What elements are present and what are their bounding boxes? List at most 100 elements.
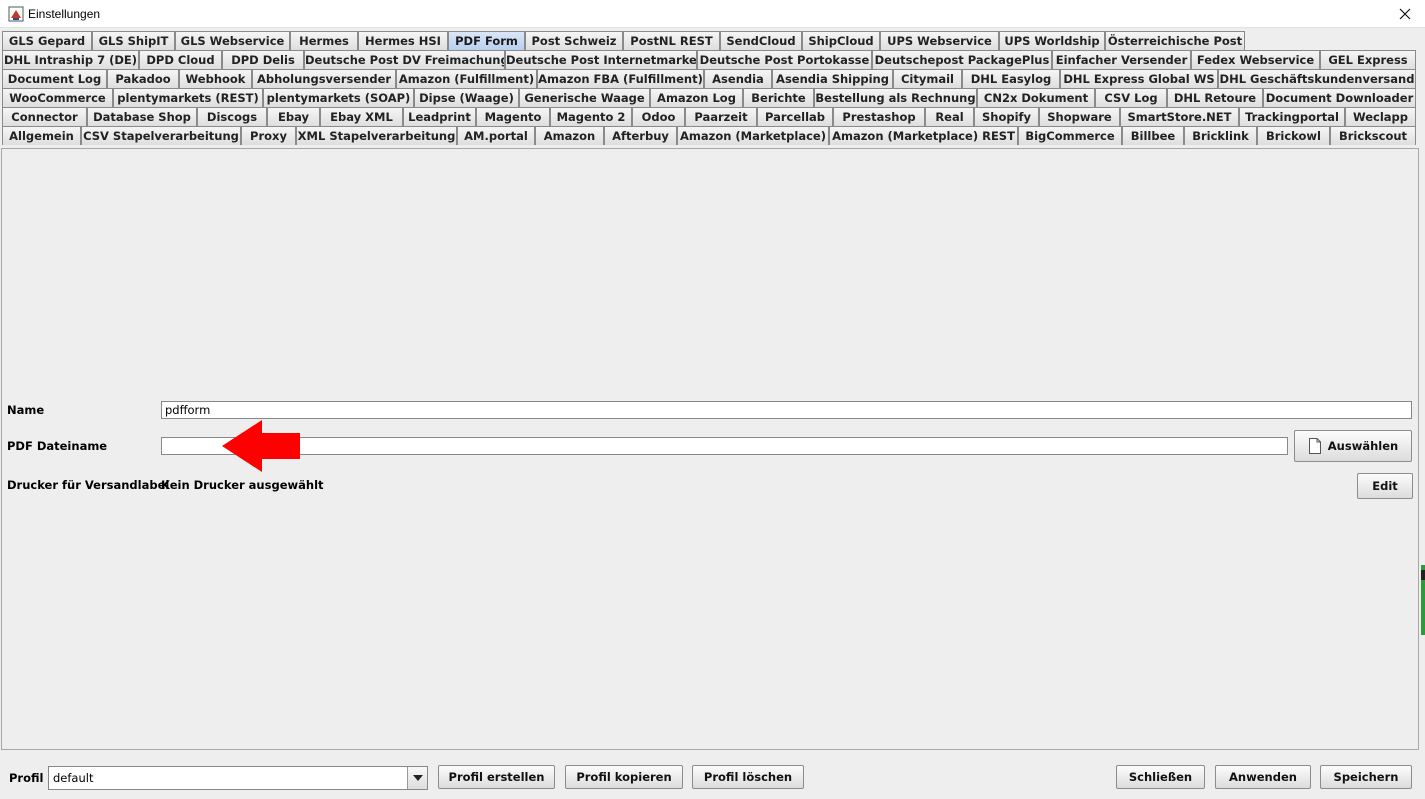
tab-amazon-fulfillment[interactable]: Amazon (Fulfillment): [396, 69, 537, 88]
tab-sendcloud[interactable]: SendCloud: [720, 31, 802, 50]
tab-dipse-waage[interactable]: Dipse (Waage): [414, 88, 519, 107]
tab-deutsche-post-dv-freimachung[interactable]: Deutsche Post DV Freimachung: [304, 50, 505, 69]
tab-woocommerce[interactable]: WooCommerce: [2, 88, 113, 107]
tab-magento-2[interactable]: Magento 2: [550, 107, 632, 126]
tab-shopify[interactable]: Shopify: [974, 107, 1039, 126]
tab-csv-stapelverarbeitung[interactable]: CSV Stapelverarbeitung: [81, 126, 241, 145]
tab-document-log[interactable]: Document Log: [2, 69, 107, 88]
tab-hermes-hsi[interactable]: Hermes HSI: [358, 31, 448, 50]
tab-afterbuy[interactable]: Afterbuy: [604, 126, 677, 145]
tab-real[interactable]: Real: [925, 107, 974, 126]
tab-webhook[interactable]: Webhook: [179, 69, 252, 88]
tab-abholungsversender[interactable]: Abholungsversender: [252, 69, 396, 88]
tab-billbee[interactable]: Billbee: [1122, 126, 1184, 145]
tab-proxy[interactable]: Proxy: [241, 126, 296, 145]
tab-generische-waage[interactable]: Generische Waage: [519, 88, 650, 107]
tab-trackingportal[interactable]: Trackingportal: [1239, 107, 1345, 126]
tab-paarzeit[interactable]: Paarzeit: [685, 107, 757, 126]
window-edge-marker: [1421, 570, 1425, 580]
tab-amazon[interactable]: Amazon: [535, 126, 604, 145]
tab-shopware[interactable]: Shopware: [1039, 107, 1120, 126]
tab-bricklink[interactable]: Bricklink: [1184, 126, 1257, 145]
tab-weclapp[interactable]: Weclapp: [1345, 107, 1416, 126]
tab-post-schweiz[interactable]: Post Schweiz: [525, 31, 623, 50]
tab-brickscout[interactable]: Brickscout: [1330, 126, 1416, 145]
tab-magento[interactable]: Magento: [476, 107, 550, 126]
close-button[interactable]: Schließen: [1116, 765, 1205, 789]
tab-asendia-shipping[interactable]: Asendia Shipping: [772, 69, 893, 88]
tab-allgemein[interactable]: Allgemein: [2, 126, 81, 145]
tab-dhl-intraship-7-de[interactable]: DHL Intraship 7 (DE): [2, 50, 139, 69]
tab-ebay-xml[interactable]: Ebay XML: [320, 107, 403, 126]
tab-row: DHL Intraship 7 (DE) DPD Cloud DPD Delis De…: [0, 50, 1425, 69]
tab-discogs[interactable]: Discogs: [197, 107, 267, 126]
tab-cn2x-dokument[interactable]: CN2x Dokument: [977, 88, 1095, 107]
tab-bestellung-als-rechnung[interactable]: Bestellung als Rechnung: [814, 88, 977, 107]
tab-einfacher-versender[interactable]: Einfacher Versender: [1052, 50, 1191, 69]
tab-plentymarkets-rest[interactable]: plentymarkets (REST): [113, 88, 263, 107]
name-input[interactable]: [161, 401, 1412, 419]
tab-fedex-webservice[interactable]: Fedex Webservice: [1191, 50, 1320, 69]
tab-amazon-marketplace[interactable]: Amazon (Marketplace): [677, 126, 829, 145]
pdf-filename-label: PDF Dateiname: [7, 439, 108, 453]
tab-deutschepost-packageplus[interactable]: Deutschepost PackagePlus: [872, 50, 1052, 69]
tab-document-downloader[interactable]: Document Downloader: [1263, 88, 1416, 107]
tab-deutsche-post-internetmarke[interactable]: Deutsche Post Internetmarke: [505, 50, 697, 69]
profile-select[interactable]: default: [48, 766, 428, 790]
tab-xml-stapelverarbeitung[interactable]: XML Stapelverarbeitung: [296, 126, 457, 145]
tab-deutsche-post-portokasse[interactable]: Deutsche Post Portokasse: [697, 50, 872, 69]
tab-pakadoo[interactable]: Pakadoo: [107, 69, 179, 88]
delete-profile-button[interactable]: Profil löschen: [692, 765, 804, 789]
tab-dpd-delis[interactable]: DPD Delis: [222, 50, 304, 69]
tab-gls-gepard[interactable]: GLS Gepard: [2, 31, 92, 50]
tab-dhl-express-global-ws[interactable]: DHL Express Global WS: [1060, 69, 1218, 88]
tab-dhl-geschäftskundenversand[interactable]: DHL Geschäftskundenversand: [1218, 69, 1416, 88]
tab-am-portal[interactable]: AM.portal: [457, 126, 535, 145]
tab-ups-worldship[interactable]: UPS Worldship: [999, 31, 1105, 50]
printer-edit-button[interactable]: Edit: [1357, 473, 1413, 499]
window-close-button[interactable]: [1385, 0, 1425, 28]
tab-pdf-form[interactable]: PDF Form: [448, 31, 525, 50]
printer-label: Drucker für Versandlabel: [7, 478, 170, 492]
printer-value: Kein Drucker ausgewählt: [161, 478, 324, 492]
tab-leadprint[interactable]: Leadprint: [403, 107, 476, 126]
tab-citymail[interactable]: Citymail: [893, 69, 962, 88]
tab-dhl-retoure[interactable]: DHL Retoure: [1167, 88, 1263, 107]
tab-amazon-fba-fulfillment[interactable]: Amazon FBA (Fulfillment): [537, 69, 704, 88]
tab-österreichische-post[interactable]: Österreichische Post: [1105, 31, 1245, 50]
tab-amazon-log[interactable]: Amazon Log: [650, 88, 743, 107]
tab-odoo[interactable]: Odoo: [632, 107, 685, 126]
tab-hermes[interactable]: Hermes: [290, 31, 358, 50]
tab-prestashop[interactable]: Prestashop: [833, 107, 925, 126]
tab-postnl-rest[interactable]: PostNL REST: [623, 31, 720, 50]
tab-csv-log[interactable]: CSV Log: [1095, 88, 1167, 107]
choose-file-button[interactable]: Auswählen: [1294, 430, 1412, 462]
tab-amazon-marketplace-rest[interactable]: Amazon (Marketplace) REST: [829, 126, 1018, 145]
tab-ups-webservice[interactable]: UPS Webservice: [880, 31, 999, 50]
save-button[interactable]: Speichern: [1320, 765, 1412, 789]
tab-gls-webservice[interactable]: GLS Webservice: [175, 31, 290, 50]
tab-dhl-easylog[interactable]: DHL Easylog: [962, 69, 1060, 88]
tab-plentymarkets-soap[interactable]: plentymarkets (SOAP): [263, 88, 414, 107]
tab-asendia[interactable]: Asendia: [704, 69, 772, 88]
chevron-down-icon: [412, 775, 423, 781]
tab-brickowl[interactable]: Brickowl: [1257, 126, 1330, 145]
pdf-filename-input[interactable]: [161, 437, 1288, 455]
create-profile-button[interactable]: Profil erstellen: [438, 765, 555, 789]
file-icon: [1308, 438, 1321, 454]
tab-parcellab[interactable]: Parcellab: [757, 107, 833, 126]
copy-profile-button[interactable]: Profil kopieren: [565, 765, 683, 789]
tab-shipcloud[interactable]: ShipCloud: [802, 31, 880, 50]
tab-gls-shipit[interactable]: GLS ShipIT: [92, 31, 175, 50]
profile-footer: Profil default Profil erstellen Profil k…: [0, 754, 1425, 799]
tab-bigcommerce[interactable]: BigCommerce: [1018, 126, 1122, 145]
tab-database-shop[interactable]: Database Shop: [87, 107, 197, 126]
tab-dpd-cloud[interactable]: DPD Cloud: [139, 50, 222, 69]
tab-gel-express[interactable]: GEL Express: [1320, 50, 1416, 69]
tab-smartstore-net[interactable]: SmartStore.NET: [1120, 107, 1239, 126]
apply-button[interactable]: Anwenden: [1215, 765, 1311, 789]
tab-berichte[interactable]: Berichte: [743, 88, 814, 107]
profile-select-dropdown[interactable]: [407, 767, 427, 789]
tab-connector[interactable]: Connector: [2, 107, 87, 126]
tab-ebay[interactable]: Ebay: [267, 107, 320, 126]
